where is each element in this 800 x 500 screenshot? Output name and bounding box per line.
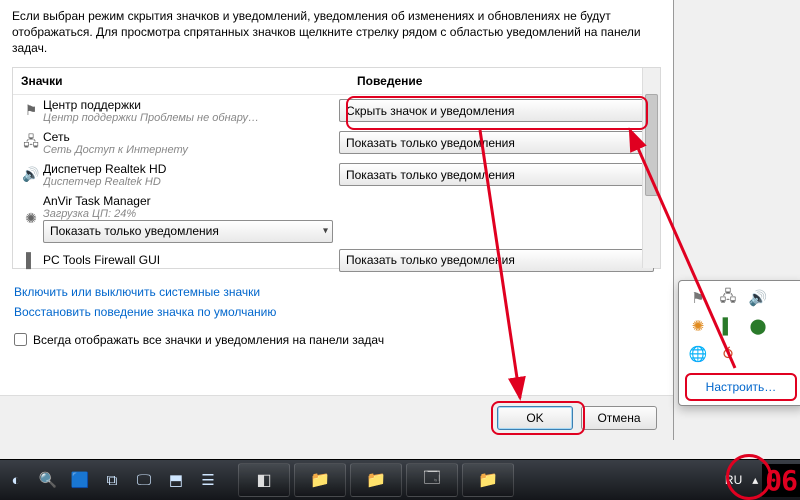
row-title: PC Tools Firewall GUI <box>43 253 333 267</box>
cancel-button-label: Отмена <box>597 411 640 425</box>
taskbar-app-2[interactable]: 📁 <box>294 463 346 497</box>
row-subtitle: Загрузка ЦП: 24% <box>43 208 333 220</box>
chevron-down-icon: ▾ <box>323 226 328 237</box>
behavior-dropdown[interactable]: Скрыть значок и уведомления▾ <box>339 99 654 122</box>
row-subtitle: Диспетчер Realtek HD <box>43 176 333 188</box>
grid-row: ▌PC Tools Firewall GUI Показать только ув… <box>13 246 660 275</box>
clock-digits: 06 <box>762 464 800 497</box>
taskbar-app-3[interactable]: 📁 <box>350 463 402 497</box>
behavior-dropdown[interactable]: Показать только уведомления▾ <box>43 220 333 243</box>
cancel-button[interactable]: Отмена <box>581 406 657 430</box>
quicklaunch-5[interactable]: ⬒ <box>163 467 189 493</box>
grid-row: ✺AnVir Task ManagerЗагрузка ЦП: 24%Показ… <box>13 191 660 246</box>
popup-green-icon[interactable]: ⬤ <box>749 317 767 335</box>
highlight-configure: Настроить… <box>685 373 797 401</box>
behavior-dropdown[interactable]: Показать только уведомления▾ <box>339 163 654 186</box>
row-text: Диспетчер Realtek HDДиспетчер Realtek HD <box>43 162 339 188</box>
system-tray: RU ▴ 06 <box>719 460 800 500</box>
row-title: AnVir Task Manager <box>43 194 333 208</box>
ok-button[interactable]: OK <box>497 406 573 430</box>
popup-speaker-icon[interactable]: 🔊 <box>749 289 767 307</box>
popup-flag-icon[interactable]: ⚑ <box>689 289 707 307</box>
row-text: Центр поддержкиЦентр поддержки Проблемы … <box>43 98 339 124</box>
row-select: Показать только уведомления▾ <box>43 220 333 243</box>
row-subtitle: Сеть Доступ к Интернету <box>43 144 333 156</box>
popup-icon-area: ⚑ 🖧 🔊 ✺ ▌ ⬤ 🌐 ⥀ <box>685 287 797 369</box>
quicklaunch-4[interactable]: 🖵 <box>131 467 157 493</box>
row-title: Центр поддержки <box>43 98 333 112</box>
quicklaunch-3[interactable]: ⧉ <box>99 467 125 493</box>
configure-link[interactable]: Настроить… <box>689 377 793 397</box>
popup-anvir-icon[interactable]: ✺ <box>689 317 707 335</box>
quicklaunch-2[interactable]: 🟦 <box>67 467 93 493</box>
speaker-icon: 🔊 <box>19 166 43 183</box>
grid-row: 🔊Диспетчер Realtek HDДиспетчер Realtek H… <box>13 159 660 191</box>
grid-header: Значки Поведение <box>13 68 660 95</box>
grid-row: 🖧СетьСеть Доступ к ИнтернетуПоказать тол… <box>13 127 660 159</box>
dialog-description: Если выбран режим скрытия значков и увед… <box>0 0 673 67</box>
taskbar-app-1[interactable]: ◧ <box>238 463 290 497</box>
hidden-icons-popup: ⚑ 🖧 🔊 ✺ ▌ ⬤ 🌐 ⥀ Настроить… <box>678 280 800 406</box>
scrollbar-thumb[interactable] <box>645 94 658 196</box>
popup-firewall-icon[interactable]: ▌ <box>719 317 737 335</box>
row-select: Показать только уведомления▾ <box>339 249 654 272</box>
link-restore-default[interactable]: Восстановить поведение значка по умолчан… <box>14 305 659 319</box>
firewall-icon: ▌ <box>19 252 43 268</box>
row-select: Скрыть значок и уведомления▾ <box>339 99 654 122</box>
row-text: AnVir Task ManagerЗагрузка ЦП: 24%Показа… <box>43 194 339 243</box>
dialog-button-bar: OK Отмена <box>0 395 673 440</box>
anvir-icon: ✺ <box>19 210 43 227</box>
row-select: Показать только уведомления▾ <box>339 163 654 186</box>
col-header-icons: Значки <box>13 68 349 94</box>
popup-globe-icon[interactable]: 🌐 <box>689 345 707 363</box>
links-area: Включить или выключить системные значки … <box>0 269 673 327</box>
icons-grid: Значки Поведение ⚑Центр поддержкиЦентр п… <box>12 67 661 269</box>
tray-chevron-icon[interactable]: ▴ <box>748 473 762 487</box>
row-title: Сеть <box>43 130 333 144</box>
quicklaunch-6[interactable]: ☰ <box>195 467 221 493</box>
always-show-checkbox[interactable] <box>14 333 27 346</box>
start-button[interactable]: ◐ <box>3 467 29 493</box>
language-indicator[interactable]: RU <box>719 473 748 487</box>
col-header-behavior: Поведение <box>349 68 660 94</box>
behavior-dropdown[interactable]: Показать только уведомления▾ <box>339 249 654 272</box>
flag-icon: ⚑ <box>19 102 43 119</box>
popup-network-icon[interactable]: 🖧 <box>719 289 737 307</box>
row-text: СетьСеть Доступ к Интернету <box>43 130 339 156</box>
taskbar-app-5[interactable]: 📁 <box>462 463 514 497</box>
always-show-label: Всегда отображать все значки и уведомлен… <box>33 333 384 347</box>
notification-area-dialog: Если выбран режим скрытия значков и увед… <box>0 0 674 440</box>
row-title: Диспетчер Realtek HD <box>43 162 333 176</box>
quicklaunch-1[interactable]: 🔍 <box>35 467 61 493</box>
row-text: PC Tools Firewall GUI <box>43 253 339 267</box>
taskbar: ◐ 🔍 🟦 ⧉ 🖵 ⬒ ☰ ◧ 📁 📁 🗔 📁 RU ▴ 06 <box>0 459 800 500</box>
behavior-dropdown[interactable]: Показать только уведомления▾ <box>339 131 654 154</box>
link-toggle-system-icons[interactable]: Включить или выключить системные значки <box>14 285 659 299</box>
grid-row: ⚑Центр поддержкиЦентр поддержки Проблемы… <box>13 95 660 127</box>
grid-scrollbar[interactable] <box>642 68 660 268</box>
network-icon: 🖧 <box>19 131 43 155</box>
always-show-row: Всегда отображать все значки и уведомлен… <box>0 327 673 353</box>
ok-button-label: OK <box>526 411 543 425</box>
popup-cc-icon[interactable]: ⥀ <box>719 345 737 363</box>
row-select: Показать только уведомления▾ <box>339 131 654 154</box>
taskbar-app-4[interactable]: 🗔 <box>406 463 458 497</box>
row-subtitle: Центр поддержки Проблемы не обнару… <box>43 112 333 124</box>
